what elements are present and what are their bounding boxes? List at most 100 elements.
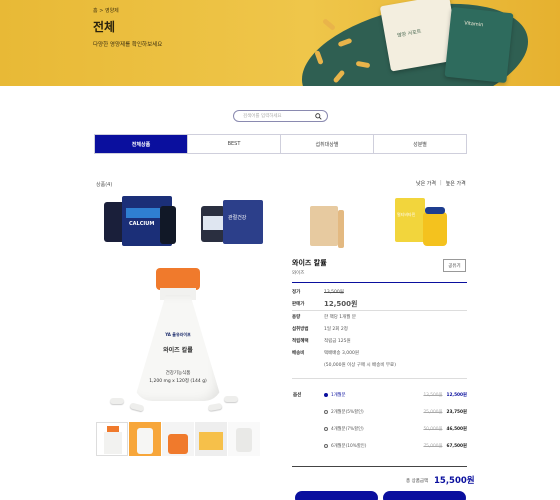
option-label: 옵션 [293, 393, 302, 398]
page-subtitle: 다양한 영양제를 확인하보세요 [93, 42, 163, 48]
cart-button[interactable] [295, 491, 378, 500]
sort-options: 낮은 가격 | 높은 가격 [416, 180, 466, 187]
row-key: 정가 [292, 290, 301, 295]
product-thumb-joint[interactable]: 관절건강 [193, 192, 283, 254]
buy-button[interactable] [383, 491, 466, 500]
thumb-label: 멀티비타민 [397, 212, 416, 217]
search-input[interactable]: 검색어를 입력하세요 [233, 110, 328, 122]
hero-banner: 홈 > 영양제 전체 다양한 영양제를 확인하보세요 영양 서포트 Vitami… [0, 0, 560, 86]
radio-icon[interactable] [324, 410, 328, 414]
pack-text: 영양 서포트 [396, 28, 422, 39]
row-value: 한 팩당 1개월 분 [324, 315, 356, 320]
bottle-cap-image [425, 207, 445, 214]
divider [292, 282, 467, 283]
option-name: 1개월분 [331, 393, 346, 398]
product-thumb-multivitamin[interactable]: 멀티비타민 [387, 192, 477, 254]
search-placeholder: 검색어를 입력하세요 [243, 114, 282, 119]
bottle-image [160, 206, 176, 244]
hero-pack-image-2: Vitamin [444, 6, 514, 84]
pill-image [110, 398, 124, 404]
thumb-label: CALCIUM [129, 221, 155, 227]
box-image [310, 206, 338, 246]
option-old-price: 75,000원 [423, 444, 443, 449]
option-new-price: 67,500원 [446, 444, 467, 449]
gallery-thumb[interactable] [228, 422, 260, 456]
stick-image [338, 210, 344, 248]
info-row-capacity: 용량 한 팩당 1개월 분 [292, 314, 356, 320]
box-image: 관절건강 [223, 200, 263, 244]
row-key: 섭취방법 [292, 327, 309, 332]
page-title: 전체 [93, 20, 116, 34]
info-row-points: 적립혜택 적립금 125원 [292, 338, 351, 344]
box-image: 멀티비타민 [395, 198, 425, 242]
product-thumb-calcium[interactable]: CALCIUM [96, 192, 186, 254]
pill-image [224, 396, 238, 402]
bottle-dose: 1,200 mg x 120정 (144 g) [149, 379, 207, 384]
sort-low-price[interactable]: 낮은 가격 [416, 180, 436, 187]
share-button[interactable]: 공유기 [443, 259, 466, 272]
divider [292, 378, 467, 379]
breadcrumb[interactable]: 홈 > 영양제 [93, 7, 119, 14]
gallery-thumb[interactable] [129, 422, 161, 456]
list-price: 13,500원 [324, 290, 344, 295]
row-key [292, 362, 324, 368]
bottle-caption: 건강기능식품 [165, 371, 191, 376]
total-price: 15,500원 [434, 476, 475, 486]
bottle-image [201, 206, 225, 242]
bottle-product-name: 와이즈 칼률 [163, 347, 193, 354]
image-gallery [96, 422, 260, 456]
gallery-thumb[interactable] [195, 422, 227, 456]
product-count: 상품(4) [96, 182, 113, 188]
divider [292, 466, 467, 467]
row-value: 적립금 125원 [324, 339, 351, 344]
sort-divider: | [440, 180, 442, 186]
category-tabs: 전체상품 BEST 섭취대상별 성분별 [94, 134, 467, 154]
sale-price: 12,500원 [324, 300, 358, 308]
sort-high-price[interactable]: 높은 가격 [446, 180, 466, 187]
total-label: 총 상품금액 [406, 479, 429, 484]
pill-image [207, 402, 223, 412]
tab-all[interactable]: 전체상품 [95, 135, 188, 153]
tab-target[interactable]: 섭취대상별 [281, 135, 374, 153]
radio-icon[interactable] [324, 393, 328, 397]
option-6-month[interactable]: 6개월분(10%할인) 75,000원 67,500원 [324, 443, 467, 449]
product-thumb-stick[interactable] [290, 192, 380, 254]
row-key: 판매가 [292, 302, 305, 307]
gallery-thumb[interactable] [162, 422, 194, 456]
tab-ingredient[interactable]: 성분별 [374, 135, 466, 153]
search-icon[interactable] [315, 113, 322, 120]
option-old-price: 13,500원 [423, 393, 443, 398]
product-name: 와이즈 칼률 [292, 259, 327, 267]
tab-best[interactable]: BEST [188, 135, 281, 153]
option-1-month[interactable]: 1개월분 13,500원 12,500원 [324, 392, 467, 398]
option-new-price: 46,500원 [446, 427, 467, 432]
option-4-month[interactable]: 4개월분(7%할인) 50,000원 46,500원 [324, 426, 467, 432]
pill-image [129, 402, 145, 412]
radio-icon[interactable] [324, 427, 328, 431]
option-new-price: 23,750원 [446, 410, 467, 415]
bottle-brand: YA 율유라이프 [165, 332, 191, 337]
row-key: 용량 [292, 315, 301, 320]
product-main-image: YA 율유라이프 와이즈 칼률 건강기능식품 1,200 mg x 120정 (… [96, 262, 258, 417]
info-row-sale-price: 판매가 12,500원 [292, 299, 357, 309]
info-row-intake: 섭취방법 1일 2회 2정 [292, 326, 348, 332]
bottle-cap [156, 268, 200, 290]
divider [292, 310, 467, 311]
info-row-shipping: 배송비 택배배송 3,000원 [292, 350, 359, 356]
row-key: 적립혜택 [292, 339, 309, 344]
capsule-image [322, 18, 336, 31]
gallery-thumb[interactable] [96, 422, 128, 456]
radio-icon[interactable] [324, 444, 328, 448]
option-2-month[interactable]: 2개월분(5%할인) 25,000원 23,750원 [324, 409, 467, 415]
thumb-label: 관절건강 [228, 215, 247, 221]
row-value: 1일 2회 2정 [324, 327, 348, 332]
option-name: 2개월분(5%할인) [331, 410, 364, 415]
row-key: 배송비 [292, 351, 305, 356]
row-value: 택배배송 3,000원 [324, 351, 360, 356]
row-value: (50,000원 이상 구매 시 배송비 무료) [324, 363, 396, 368]
product-brand: 와이즈 [292, 271, 305, 276]
info-row-list-price: 정가 13,500원 [292, 289, 344, 295]
info-row-shipping-note: (50,000원 이상 구매 시 배송비 무료) [292, 362, 396, 368]
option-new-price: 12,500원 [446, 393, 467, 398]
bottle-image [423, 212, 447, 246]
